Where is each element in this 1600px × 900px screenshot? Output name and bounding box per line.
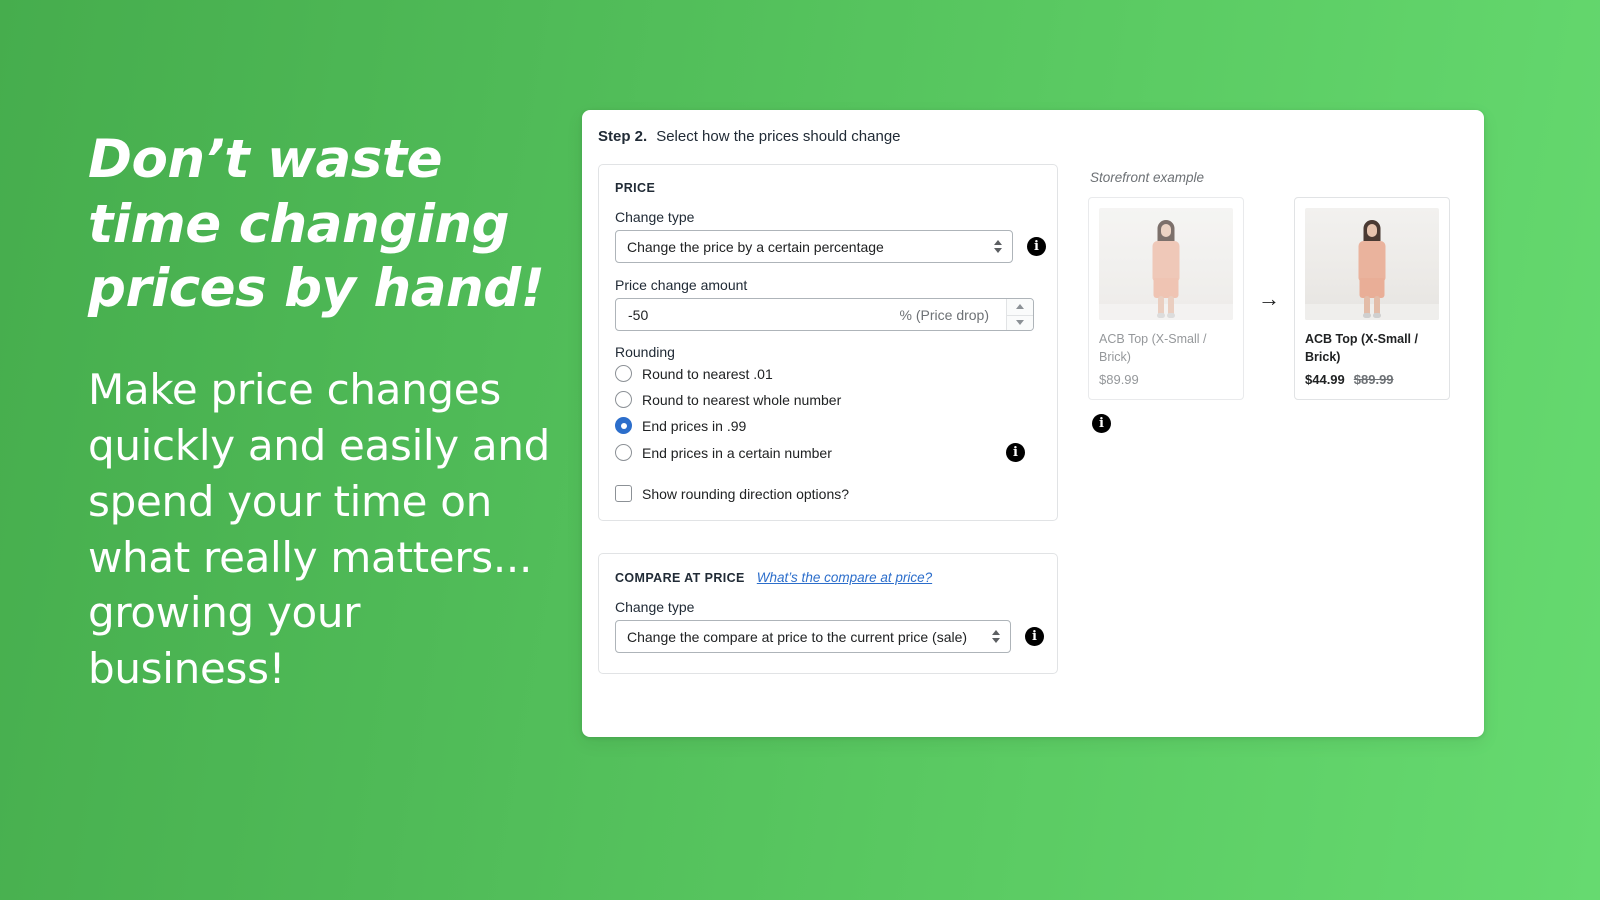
storefront-info-row: i xyxy=(1092,414,1468,434)
compare-at-price-help-link[interactable]: What’s the compare at price? xyxy=(757,570,932,585)
stepper-increment-button[interactable] xyxy=(1007,299,1033,315)
compare-change-type-label: Change type xyxy=(615,599,695,615)
price-amount-value: -50 xyxy=(628,306,649,323)
info-icon-rounding[interactable]: i xyxy=(1006,443,1025,462)
price-change-type-select[interactable]: Change the price by a certain percentage xyxy=(615,230,1013,263)
radio-icon xyxy=(615,365,632,382)
radio-icon xyxy=(615,391,632,408)
rounding-option-nearest-01[interactable]: Round to nearest .01 xyxy=(615,365,1041,382)
price-amount-label: Price change amount xyxy=(615,277,748,293)
rounding-option-end-certain-number[interactable]: End prices in a certain number xyxy=(615,444,832,461)
form-column: PRICE Change type Change the price by a … xyxy=(598,164,1058,721)
compare-at-price-card: COMPARE AT PRICE What’s the compare at p… xyxy=(598,553,1058,674)
show-rounding-direction-label: Show rounding direction options? xyxy=(642,485,850,502)
radio-icon-selected xyxy=(615,417,632,434)
promo-copy: Don’t waste time changing prices by hand… xyxy=(88,128,558,697)
compare-card-title: COMPARE AT PRICE What’s the compare at p… xyxy=(615,570,1041,585)
stepper-decrement-button[interactable] xyxy=(1007,314,1033,331)
product-name-before: ACB Top (X-Small / Brick) xyxy=(1099,332,1207,365)
rounding-option-end-99[interactable]: End prices in .99 xyxy=(615,417,1041,434)
rounding-option-whole-number[interactable]: Round to nearest whole number xyxy=(615,391,1041,408)
promo-body: Make price changes quickly and easily an… xyxy=(88,364,551,694)
price-amount-stepper[interactable] xyxy=(1006,299,1033,330)
product-card-before: ACB Top (X-Small / Brick) $89.99 xyxy=(1088,197,1244,401)
step-label: Step 2. xyxy=(598,128,648,145)
product-price-new: $44.99 xyxy=(1305,372,1345,388)
arrow-right-icon: → xyxy=(1258,285,1280,311)
rounding-radio-group: Round to nearest .01 Round to nearest wh… xyxy=(615,365,1041,462)
info-icon-storefront[interactable]: i xyxy=(1092,414,1111,434)
app-panel: Step 2. Select how the prices should cha… xyxy=(582,110,1484,737)
show-rounding-direction-checkbox-row[interactable]: Show rounding direction options? xyxy=(615,485,1041,502)
rounding-option-label: Round to nearest whole number xyxy=(642,391,842,408)
product-image-before xyxy=(1099,208,1233,320)
radio-icon xyxy=(615,444,632,461)
storefront-preview-row: ACB Top (X-Small / Brick) $89.99 → ACB T… xyxy=(1088,197,1468,401)
chevron-updown-icon xyxy=(993,239,1003,255)
product-image-after xyxy=(1305,208,1439,320)
promo-headline: Don’t waste time changing prices by hand… xyxy=(88,129,545,320)
rounding-option-label: Round to nearest .01 xyxy=(642,365,773,382)
chevron-updown-icon xyxy=(991,629,1001,645)
step-header: Step 2. Select how the prices should cha… xyxy=(598,128,901,145)
rounding-option-label: End prices in a certain number xyxy=(642,444,832,461)
price-card-title: PRICE xyxy=(615,181,1041,195)
compare-change-type-value: Change the compare at price to the curre… xyxy=(627,628,968,645)
rounding-label: Rounding xyxy=(615,344,675,360)
rounding-option-label: End prices in .99 xyxy=(642,417,747,434)
product-prices-after: $44.99 $89.99 xyxy=(1305,372,1439,387)
storefront-preview-column: Storefront example ACB Top (X-Small / Br… xyxy=(1088,164,1468,721)
price-amount-input[interactable]: -50 % (Price drop) xyxy=(615,298,1034,331)
product-card-after: ACB Top (X-Small / Brick) $44.99 $89.99 xyxy=(1294,197,1450,401)
storefront-caption: Storefront example xyxy=(1090,170,1205,185)
product-price-old: $89.99 xyxy=(1353,372,1394,388)
info-icon-change-type[interactable]: i xyxy=(1027,237,1046,256)
compare-change-type-select[interactable]: Change the compare at price to the curre… xyxy=(615,620,1011,653)
info-icon-compare-change-type[interactable]: i xyxy=(1025,627,1044,646)
price-card-title-text: PRICE xyxy=(615,181,656,195)
checkbox-icon xyxy=(615,485,632,502)
price-change-type-label: Change type xyxy=(615,209,695,225)
compare-card-title-text: COMPARE AT PRICE xyxy=(615,571,745,585)
product-price-before: $89.99 xyxy=(1099,372,1139,388)
product-prices-before: $89.99 xyxy=(1099,372,1233,387)
price-card: PRICE Change type Change the price by a … xyxy=(598,164,1058,521)
product-name-after: ACB Top (X-Small / Brick) xyxy=(1305,332,1418,365)
price-change-type-value: Change the price by a certain percentage xyxy=(627,238,884,255)
step-description: Select how the prices should change xyxy=(656,128,901,145)
